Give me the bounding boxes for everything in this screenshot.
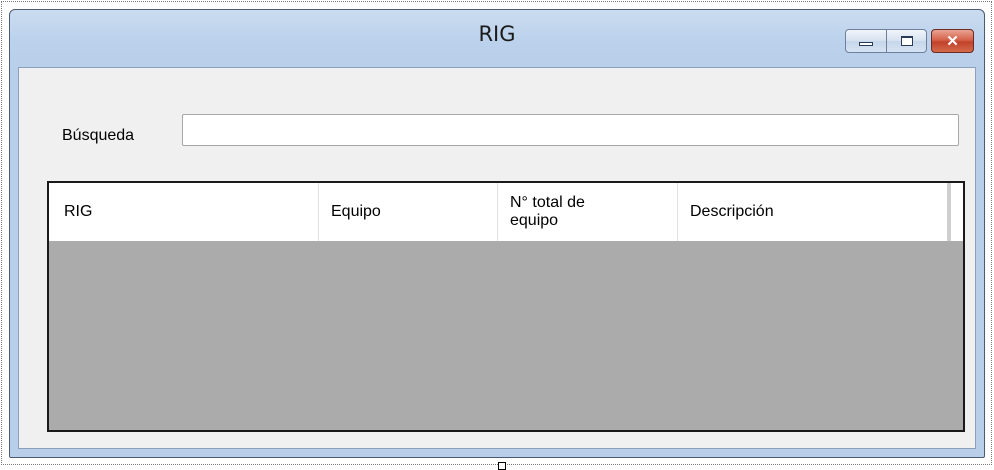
minimize-icon [859,42,873,46]
column-header-descripcion[interactable]: Descripción [678,183,947,241]
grid-header-filler [947,183,963,241]
search-label: Búsqueda [62,127,135,144]
maximize-button[interactable] [887,29,927,53]
close-icon: ✕ [946,33,959,50]
minimize-button[interactable] [845,29,887,53]
designer-canvas: RIG ✕ Búsqueda RIG Equipo N° total de eq… [0,0,994,470]
search-input[interactable] [182,114,959,146]
form-client-area: Búsqueda RIG Equipo N° total de equipo D… [18,67,976,449]
maximize-icon [900,36,913,46]
column-header-label: Descripción [690,203,774,220]
column-header-total-equipo[interactable]: N° total de equipo [498,183,678,241]
caption-buttons: ✕ [845,29,974,53]
data-grid[interactable]: RIG Equipo N° total de equipo Descripció… [47,181,965,432]
grid-header: RIG Equipo N° total de equipo Descripció… [49,183,947,241]
close-button[interactable]: ✕ [931,29,974,53]
title-bar[interactable]: RIG ✕ [10,10,984,68]
column-header-label: N° total de equipo [510,194,585,229]
designer-resize-handle[interactable] [498,462,506,470]
column-header-rig[interactable]: RIG [49,183,319,241]
column-header-label: Equipo [331,203,381,220]
column-header-equipo[interactable]: Equipo [319,183,498,241]
column-header-label: RIG [64,203,93,220]
window-title: RIG [478,22,516,46]
form-window: RIG ✕ Búsqueda RIG Equipo N° total de eq… [9,9,985,458]
